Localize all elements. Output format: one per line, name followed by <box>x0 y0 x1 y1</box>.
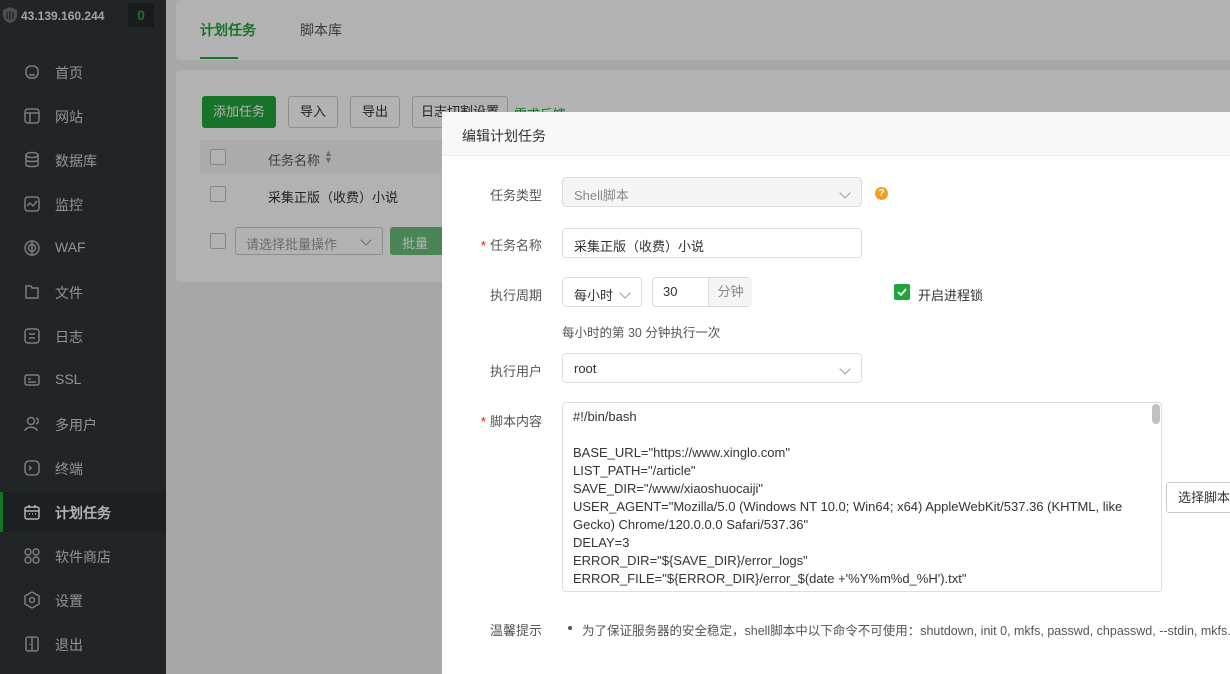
task-type-select[interactable]: Shell脚本 <box>562 177 862 207</box>
task-type-label: 任务类型 <box>489 188 542 203</box>
code-line: ERROR_FILE="${ERROR_DIR}/error_$(date +'… <box>573 571 967 586</box>
user-select[interactable]: root <box>562 353 862 383</box>
script-editor[interactable]: #!/bin/bash BASE_URL="https://www.xinglo… <box>562 402 1162 592</box>
code-line: LIST_PATH="/article" <box>573 463 696 478</box>
editor-scrollbar[interactable] <box>1152 404 1160 424</box>
choose-script-button[interactable]: 选择脚本 <box>1166 482 1230 513</box>
chevron-down-icon <box>839 187 851 199</box>
edit-task-dialog: 编辑计划任务 任务类型 Shell脚本 ? * 任务名称 采集正版（收费）小说 执… <box>442 112 1230 674</box>
script-label: * 脚本内容 <box>480 414 542 429</box>
code-line: Gecko) Chrome/120.0.0.0 Safari/537.36" <box>573 517 809 532</box>
minute-unit: 分钟 <box>708 278 752 306</box>
process-lock-checkbox[interactable] <box>894 284 910 300</box>
tip-label: 温馨提示 <box>489 623 542 638</box>
code-line: DELAY=3 <box>573 535 630 550</box>
process-lock-label: 开启进程锁 <box>918 288 984 303</box>
code-line: USER_AGENT="Mozilla/5.0 (Windows NT 10.0… <box>573 499 1123 514</box>
chevron-down-icon <box>619 287 631 299</box>
dialog-title: 编辑计划任务 <box>442 112 1230 156</box>
period-label: 执行周期 <box>489 288 542 303</box>
code-line: SAVE_DIR="/www/xiaoshuocaiji" <box>573 481 763 496</box>
minute-input[interactable]: 30 <box>663 284 677 299</box>
period-hint: 每小时的第 30 分钟执行一次 <box>562 326 721 340</box>
user-label: 执行用户 <box>489 364 542 379</box>
minute-field: 30 分钟 <box>652 277 752 307</box>
code-line: #!/bin/bash <box>573 409 637 424</box>
chevron-down-icon <box>839 363 851 375</box>
code-line: ERROR_DIR="${SAVE_DIR}/error_logs" <box>573 553 808 568</box>
help-icon[interactable]: ? <box>875 187 888 200</box>
tip-text: 为了保证服务器的安全稳定，shell脚本中以下命令不可使用：shutdown, … <box>566 620 1230 639</box>
task-name-input[interactable]: 采集正版（收费）小说 <box>562 228 862 258</box>
task-name-label: * 任务名称 <box>480 238 542 253</box>
code-line: BASE_URL="https://www.xinglo.com" <box>573 445 790 460</box>
check-icon <box>897 288 907 297</box>
period-select[interactable]: 每小时 <box>562 277 642 307</box>
